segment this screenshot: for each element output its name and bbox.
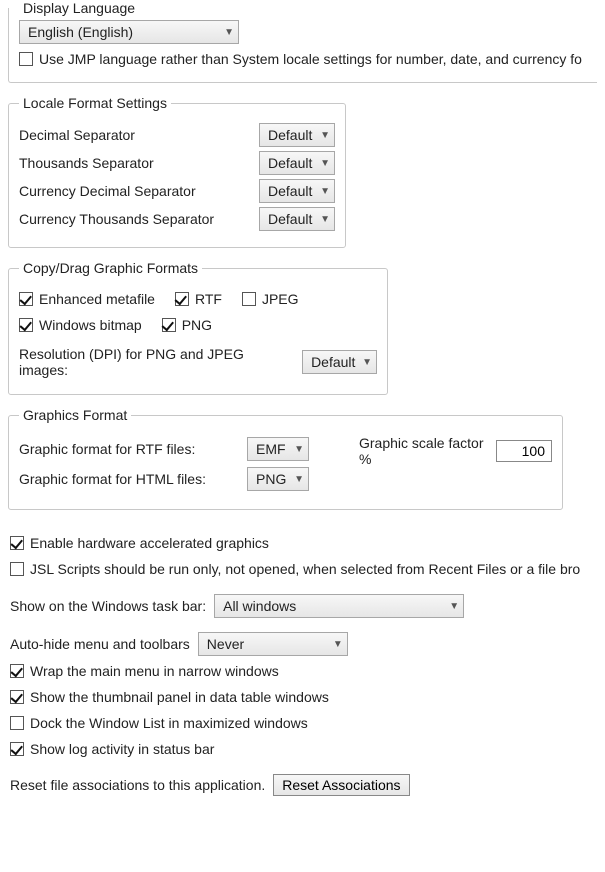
rtf-format-dropdown[interactable]: EMF ▼ bbox=[247, 437, 309, 461]
rtf-format-label: Graphic format for RTF files: bbox=[19, 441, 239, 457]
dock-winlist-checkbox[interactable]: Dock the Window List in maximized window… bbox=[10, 715, 308, 731]
locale-dropdown[interactable]: Default ▼ bbox=[259, 179, 335, 203]
graphics-format-group: Graphics Format Graphic format for RTF f… bbox=[8, 407, 563, 510]
scale-factor-label: Graphic scale factor % bbox=[359, 435, 488, 467]
hw-accel-checkbox[interactable]: Enable hardware accelerated graphics bbox=[10, 535, 269, 551]
html-format-dropdown[interactable]: PNG ▼ bbox=[247, 467, 309, 491]
chevron-down-icon: ▼ bbox=[224, 27, 234, 38]
wrap-menu-checkbox[interactable]: Wrap the main menu in narrow windows bbox=[10, 663, 279, 679]
checkbox-icon bbox=[10, 690, 24, 704]
chevron-down-icon: ▼ bbox=[320, 158, 330, 169]
locale-row: Currency Decimal Separator Default ▼ bbox=[19, 179, 335, 203]
locale-value: Default bbox=[268, 183, 312, 199]
locale-row: Decimal Separator Default ▼ bbox=[19, 123, 335, 147]
resolution-value: Default bbox=[311, 354, 355, 370]
chevron-down-icon: ▼ bbox=[294, 444, 304, 455]
reset-assoc-label: Reset file associations to this applicat… bbox=[10, 777, 265, 793]
chevron-down-icon: ▼ bbox=[320, 130, 330, 141]
display-language-value: English (English) bbox=[28, 24, 133, 40]
html-format-label: Graphic format for HTML files: bbox=[19, 471, 239, 487]
chevron-down-icon: ▼ bbox=[294, 474, 304, 485]
log-activity-label: Show log activity in status bar bbox=[30, 741, 214, 757]
resolution-label: Resolution (DPI) for PNG and JPEG images… bbox=[19, 346, 292, 378]
locale-dropdown[interactable]: Default ▼ bbox=[259, 151, 335, 175]
locale-dropdown[interactable]: Default ▼ bbox=[259, 123, 335, 147]
use-jmp-language-label: Use JMP language rather than System loca… bbox=[39, 51, 582, 67]
format-checkbox[interactable]: Enhanced metafile bbox=[19, 291, 155, 307]
scale-factor-input[interactable] bbox=[496, 440, 552, 462]
display-language-legend: Display Language bbox=[19, 0, 139, 16]
jsl-scripts-label: JSL Scripts should be run only, not open… bbox=[30, 561, 580, 577]
format-label: Windows bitmap bbox=[39, 317, 142, 333]
locale-label: Currency Decimal Separator bbox=[19, 183, 249, 199]
locale-label: Currency Thousands Separator bbox=[19, 211, 249, 227]
copy-drag-group: Copy/Drag Graphic Formats Enhanced metaf… bbox=[8, 260, 388, 395]
autohide-label: Auto-hide menu and toolbars bbox=[10, 636, 190, 652]
format-label: JPEG bbox=[262, 291, 299, 307]
locale-format-legend: Locale Format Settings bbox=[19, 95, 171, 111]
format-checkbox[interactable]: PNG bbox=[162, 317, 212, 333]
hw-accel-label: Enable hardware accelerated graphics bbox=[30, 535, 269, 551]
thumb-panel-label: Show the thumbnail panel in data table w… bbox=[30, 689, 329, 705]
autohide-dropdown[interactable]: Never ▼ bbox=[198, 632, 348, 656]
format-label: PNG bbox=[182, 317, 212, 333]
autohide-value: Never bbox=[207, 636, 244, 652]
locale-dropdown[interactable]: Default ▼ bbox=[259, 207, 335, 231]
chevron-down-icon: ▼ bbox=[320, 186, 330, 197]
dock-winlist-label: Dock the Window List in maximized window… bbox=[30, 715, 308, 731]
display-language-dropdown[interactable]: English (English) ▼ bbox=[19, 20, 239, 44]
html-format-value: PNG bbox=[256, 471, 286, 487]
display-language-group: Display Language English (English) ▼ Use… bbox=[8, 0, 597, 83]
checkbox-icon bbox=[19, 318, 33, 332]
checkbox-icon bbox=[10, 742, 24, 756]
checkbox-icon bbox=[175, 292, 189, 306]
checkbox-icon bbox=[10, 664, 24, 678]
locale-label: Decimal Separator bbox=[19, 127, 249, 143]
locale-row: Thousands Separator Default ▼ bbox=[19, 151, 335, 175]
thumb-panel-checkbox[interactable]: Show the thumbnail panel in data table w… bbox=[10, 689, 329, 705]
chevron-down-icon: ▼ bbox=[320, 214, 330, 225]
chevron-down-icon: ▼ bbox=[362, 357, 372, 368]
checkbox-icon bbox=[10, 716, 24, 730]
chevron-down-icon: ▼ bbox=[333, 639, 343, 650]
format-label: Enhanced metafile bbox=[39, 291, 155, 307]
resolution-dropdown[interactable]: Default ▼ bbox=[302, 350, 377, 374]
locale-label: Thousands Separator bbox=[19, 155, 249, 171]
taskbar-label: Show on the Windows task bar: bbox=[10, 598, 206, 614]
format-checkbox[interactable]: RTF bbox=[175, 291, 222, 307]
taskbar-dropdown[interactable]: All windows ▼ bbox=[214, 594, 464, 618]
chevron-down-icon: ▼ bbox=[449, 601, 459, 612]
use-jmp-language-checkbox[interactable]: Use JMP language rather than System loca… bbox=[19, 51, 582, 67]
format-checkbox[interactable]: Windows bitmap bbox=[19, 317, 142, 333]
format-label: RTF bbox=[195, 291, 222, 307]
checkbox-icon bbox=[162, 318, 176, 332]
locale-format-group: Locale Format Settings Decimal Separator… bbox=[8, 95, 346, 248]
jsl-scripts-checkbox[interactable]: JSL Scripts should be run only, not open… bbox=[10, 561, 580, 577]
reset-assoc-button[interactable]: Reset Associations bbox=[273, 774, 409, 796]
wrap-menu-label: Wrap the main menu in narrow windows bbox=[30, 663, 279, 679]
taskbar-value: All windows bbox=[223, 598, 296, 614]
locale-value: Default bbox=[268, 127, 312, 143]
locale-value: Default bbox=[268, 155, 312, 171]
log-activity-checkbox[interactable]: Show log activity in status bar bbox=[10, 741, 214, 757]
rtf-format-value: EMF bbox=[256, 441, 286, 457]
copy-drag-legend: Copy/Drag Graphic Formats bbox=[19, 260, 202, 276]
locale-row: Currency Thousands Separator Default ▼ bbox=[19, 207, 335, 231]
checkbox-icon bbox=[19, 52, 33, 66]
checkbox-icon bbox=[10, 562, 24, 576]
graphics-format-legend: Graphics Format bbox=[19, 407, 131, 423]
locale-value: Default bbox=[268, 211, 312, 227]
checkbox-icon bbox=[10, 536, 24, 550]
format-checkbox[interactable]: JPEG bbox=[242, 291, 299, 307]
checkbox-icon bbox=[19, 292, 33, 306]
checkbox-icon bbox=[242, 292, 256, 306]
